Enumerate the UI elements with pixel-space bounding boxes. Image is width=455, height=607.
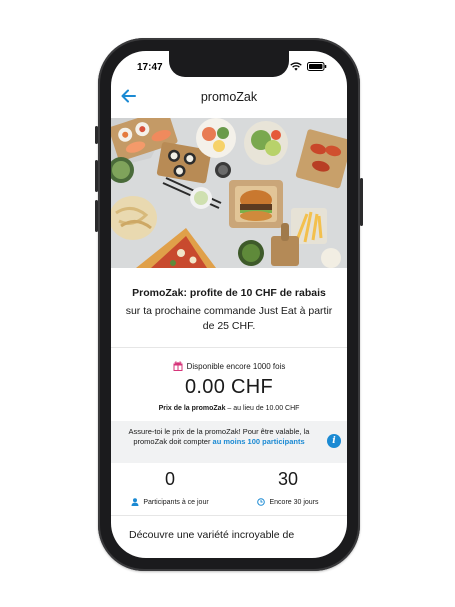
battery-icon xyxy=(307,62,327,71)
participants-count: 0 xyxy=(164,469,175,489)
price-note-suffix: – au lieu de 10.00 CHF xyxy=(225,405,300,412)
promo-price: 0.00 CHF xyxy=(185,376,273,398)
divider xyxy=(111,515,347,516)
divider xyxy=(111,347,347,348)
offer-description: PromoZak: profite de 10 CHF de rabais su… xyxy=(111,275,347,334)
offer-subtitle: sur ta prochaine commande Just Eat à par… xyxy=(125,305,333,332)
availability-row: Disponible encore 1000 fois xyxy=(111,361,347,371)
person-icon xyxy=(131,498,139,506)
info-icon[interactable]: i xyxy=(327,434,341,448)
camera-notch xyxy=(169,51,289,77)
participants-stat: 0 Participants à ce jour xyxy=(111,469,229,506)
status-time: 17:47 xyxy=(137,62,163,73)
phone-frame: 17:47 promoZak PromoZak: profite de 10 C… xyxy=(95,38,363,571)
silent-switch xyxy=(95,126,98,144)
participation-info-box: Assure-toi le prix de la promoZak! Pour … xyxy=(111,421,347,463)
price-note-prefix: Prix de la promoZak xyxy=(158,405,226,412)
power-button xyxy=(360,178,363,226)
availability-label: Disponible encore 1000 fois xyxy=(186,361,286,371)
price-note: Prix de la promoZak – au lieu de 10.00 C… xyxy=(111,405,347,412)
food-hero-image xyxy=(111,118,347,268)
volume-down-button xyxy=(95,200,98,232)
participants-link[interactable]: au moins 100 participants xyxy=(213,437,305,446)
app-screen: 17:47 promoZak PromoZak: profite de 10 C… xyxy=(111,51,347,558)
participants-label: Participants à ce jour xyxy=(143,498,209,506)
days-remaining-stat: 30 Encore 30 jours xyxy=(229,469,347,506)
days-remaining-count: 30 xyxy=(277,469,299,489)
wifi-icon xyxy=(290,62,302,71)
clock-icon xyxy=(257,498,266,506)
discover-text: Découvre une variété incroyable de xyxy=(129,529,295,541)
participants-label-row: Participants à ce jour xyxy=(111,498,229,506)
volume-up-button xyxy=(95,160,98,192)
page-title: promoZak xyxy=(200,90,258,104)
gift-icon xyxy=(173,361,183,371)
offer-title: PromoZak: profite de 10 CHF de rabais xyxy=(132,287,326,299)
days-remaining-label-row: Encore 30 jours xyxy=(229,498,347,506)
info-text: Assure-toi le prix de la promoZak! Pour … xyxy=(117,427,321,447)
navigation-bar: promoZak xyxy=(111,83,347,111)
days-remaining-label: Encore 30 jours xyxy=(269,498,319,506)
